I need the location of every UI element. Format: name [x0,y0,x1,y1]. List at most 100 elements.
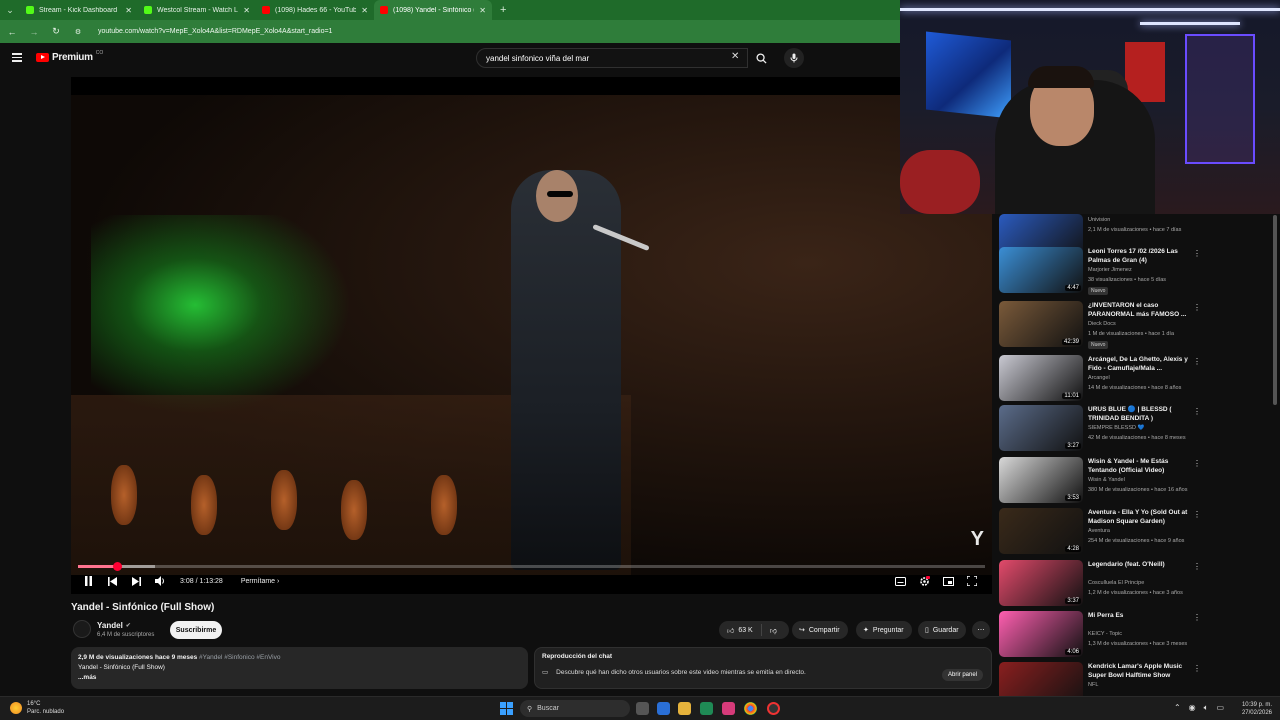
fullscreen-button[interactable] [960,576,984,586]
recommendation-channel[interactable]: Arcangel [1088,375,1110,381]
tab-search-icon[interactable]: ⌄ [0,0,20,20]
recommendation-channel[interactable]: Marjorier Jimenez [1088,267,1132,273]
youtube-logo[interactable]: Premium CO [36,50,103,63]
recommendation-channel[interactable]: Aventura [1088,528,1110,534]
dislike-button[interactable]: 👎︎ [762,626,785,635]
more-actions-button[interactable]: ⋯ [972,621,990,639]
recommendation-item[interactable]: 4:06 Mi Perra Es KEICY - Topic 1,3 M de vis… [999,611,1209,659]
subtitles-button[interactable] [888,576,912,586]
browser-tab[interactable]: Stream - Kick Dashboard ✕ [20,0,138,20]
close-tab-icon[interactable]: ✕ [479,6,486,15]
like-button[interactable]: 👍︎ 63 K [719,624,762,636]
miniplayer-button[interactable] [936,576,960,586]
open-panel-button[interactable]: Abrir panel [941,669,983,681]
app-icon[interactable] [722,702,735,715]
close-tab-icon[interactable]: ✕ [243,6,250,15]
chrome-icon[interactable] [744,702,757,715]
more-vertical-icon[interactable]: ⋮ [1193,562,1201,571]
battery-icon[interactable]: ▭ [1216,703,1224,713]
volume-button[interactable] [148,576,172,586]
recommendation-channel[interactable]: KEICY - Topic [1088,631,1122,637]
video-thumbnail[interactable]: 3:53 [999,457,1083,503]
more-vertical-icon[interactable]: ⋮ [1193,357,1201,366]
file-explorer-icon[interactable] [678,702,691,715]
url-field[interactable]: youtube.com/watch?v=MepE_Xolo4A&list=RDM… [98,28,332,35]
video-thumbnail[interactable]: 42:39 [999,301,1083,347]
volume-tray-icon[interactable]: 🔈︎ [1204,703,1209,713]
store-icon[interactable] [700,702,713,715]
recommendation-item[interactable]: 42:39 ¿INVENTARON el caso PARANORMAL más … [999,301,1209,349]
recommendation-title[interactable]: Aventura - Ella Y Yo (Sold Out at Madiso… [1088,508,1188,526]
recommendation-channel[interactable]: Univision [1088,217,1110,223]
browser-tab[interactable]: Westcol Stream - Watch Live on Kick ✕ [138,0,256,20]
forward-icon[interactable]: → [28,27,40,37]
more-vertical-icon[interactable]: ⋮ [1193,459,1201,468]
task-view-icon[interactable] [636,702,649,715]
copilot-icon[interactable] [657,702,670,715]
recommendation-title[interactable]: Leoni Torres 17 /02 /2026 Las Palmas de … [1088,247,1188,265]
site-info-icon[interactable]: ⚙ [72,28,84,36]
recommendation-title[interactable]: Wisin & Yandel - Me Estás Tentando (Offi… [1088,457,1188,475]
recommendation-channel[interactable]: Dieck Docs [1088,321,1116,327]
recommendation-channel[interactable]: NFL [1088,682,1098,688]
recommendation-title[interactable]: Arcángel, De La Ghetto, Alexis y Fido - … [1088,355,1188,373]
network-icon[interactable]: ◉ [1189,703,1196,713]
recommendation-title[interactable]: URUS BLUE 🔵 | BLESSD ( TRINIDAD BENDITA … [1088,405,1188,423]
recommendation-item[interactable]: 4:28 Aventura - Ella Y Yo (Sold Out at Ma… [999,508,1209,556]
progress-bar[interactable] [78,562,985,571]
video-thumbnail[interactable]: 3:27 [999,405,1083,451]
browser-tab[interactable]: (1098) Yandel - Sinfónico (Full Show) ✕ [374,0,492,20]
search-input[interactable]: yandel sinfonico viña del mar [476,48,748,68]
scrubber-handle[interactable] [113,562,122,571]
more-vertical-icon[interactable]: ⋮ [1193,303,1201,312]
recommendation-title[interactable]: ¿INVENTARON el caso PARANORMAL más FAMOS… [1088,301,1188,319]
ask-button[interactable]: ✦ Preguntar [856,621,912,639]
obs-icon[interactable] [767,702,780,715]
more-vertical-icon[interactable]: ⋮ [1193,613,1201,622]
description-box[interactable]: 2,9 M de visualizaciones hace 9 meses #Y… [71,647,528,689]
recommendation-item[interactable]: 11:01 Arcángel, De La Ghetto, Alexis y Fi… [999,355,1209,403]
channel-avatar[interactable] [73,620,91,638]
clock[interactable]: 10:39 p. m. 27/02/2026 [1242,701,1272,717]
recommendation-title[interactable]: Mi Perra Es [1088,611,1188,620]
menu-icon[interactable] [12,53,22,62]
more-vertical-icon[interactable]: ⋮ [1193,664,1201,673]
video-thumbnail[interactable]: 4:06 [999,611,1083,657]
subscribe-button[interactable]: Suscribirme [170,621,222,639]
settings-button[interactable] [912,575,936,587]
browser-tab[interactable]: (1098) Hades 66 - YouTube ✕ [256,0,374,20]
recommendation-channel[interactable]: Cosculluela El Principe [1088,580,1144,586]
recommendation-item[interactable]: 4:47 Leoni Torres 17 /02 /2026 Las Palmas… [999,247,1209,295]
hashtags[interactable]: #Yandel #Sinfonico #EnVivo [199,654,280,661]
weather-widget[interactable]: 16°C Parc. nublado [10,700,64,716]
save-button[interactable]: ▯ Guardar [918,621,966,639]
next-button[interactable] [124,576,148,586]
close-tab-icon[interactable]: ✕ [361,6,368,15]
start-button[interactable] [500,702,513,715]
sidebar-scrollbar[interactable] [1273,215,1277,405]
video-player[interactable]: Y 3:08 / 1:13:28 Permítame › [71,77,992,594]
back-icon[interactable]: ← [6,27,18,37]
share-button[interactable]: ↪ Compartir [792,621,848,639]
show-more-link[interactable]: ...más [78,673,521,683]
recommendation-channel[interactable]: Wisin & Yandel [1088,477,1125,483]
reload-icon[interactable]: ↻ [50,26,62,37]
voice-search-button[interactable] [784,48,804,68]
new-tab-button[interactable]: + [492,4,514,16]
clear-search-icon[interactable]: ✕ [731,51,739,62]
taskbar-search[interactable]: ⚲ Buscar [520,700,630,717]
recommendation-channel[interactable]: SIEMPRE BLESSD 💙 [1088,425,1144,431]
tray-chevron-icon[interactable]: ⌃ [1174,703,1181,713]
pause-button[interactable] [76,576,100,586]
close-tab-icon[interactable]: ✕ [125,6,132,15]
video-thumbnail[interactable]: 4:28 [999,508,1083,554]
recommendation-item[interactable]: 3:53 Wisin & Yandel - Me Estás Tentando (… [999,457,1209,505]
search-button[interactable] [750,48,772,68]
recommendation-item[interactable]: 3:37 Legendario (feat. O'Neill) Cosculluel… [999,560,1209,608]
video-thumbnail[interactable]: 3:37 [999,560,1083,606]
previous-button[interactable] [100,576,124,586]
channel-watermark[interactable]: Y [971,528,984,551]
more-vertical-icon[interactable]: ⋮ [1193,510,1201,519]
chapter-title[interactable]: Permítame › [241,578,280,585]
more-vertical-icon[interactable]: ⋮ [1193,249,1201,258]
